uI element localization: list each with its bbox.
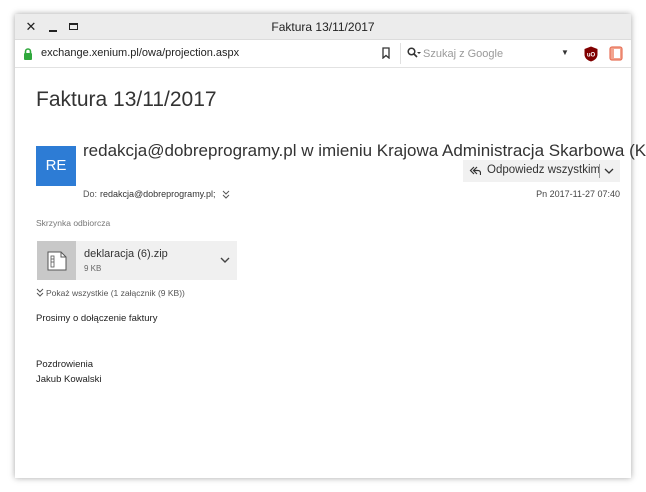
folder-name: Skrzynka odbiorcza <box>36 218 111 228</box>
email-reading-pane: Faktura 13/11/2017 RE redakcja@dobreprog… <box>15 68 646 478</box>
extension-icon[interactable] <box>609 46 623 61</box>
browser-window: ✕ Faktura 13/11/2017 exchange.xenium.pl/… <box>15 14 646 478</box>
reply-all-icon <box>469 166 481 175</box>
received-date: Pn 2017-11-27 07:40 <box>536 189 620 199</box>
to-label: Do: <box>83 189 98 199</box>
search-engine-dropdown-icon[interactable]: ▼ <box>561 48 569 57</box>
divider <box>599 164 600 178</box>
double-chevron-down-icon <box>36 288 44 297</box>
lock-icon <box>24 48 32 60</box>
attachment-size: 9 KB <box>84 264 102 273</box>
expand-recipients-icon[interactable] <box>222 190 230 199</box>
zip-file-icon <box>47 251 67 271</box>
ublock-icon[interactable]: uO <box>584 46 598 62</box>
email-subject: Faktura 13/11/2017 <box>36 88 217 111</box>
show-all-attachments-link[interactable]: Pokaż wszystkie (1 załącznik (9 KB)) <box>36 288 185 298</box>
body-line: Prosimy o dołączenie faktury <box>36 313 158 324</box>
navigation-bar: exchange.xenium.pl/owa/projection.aspx ▼… <box>15 40 631 68</box>
search-input[interactable] <box>423 45 553 62</box>
bookmark-icon[interactable] <box>381 47 391 59</box>
window-title: Faktura 13/11/2017 <box>271 20 375 34</box>
show-all-label: Pokaż wszystkie (1 załącznik (9 KB)) <box>46 288 185 298</box>
body-line: Pozdrowienia <box>36 359 94 370</box>
search-box[interactable] <box>400 43 574 64</box>
attachment-name: deklaracja (6).zip <box>84 248 168 260</box>
url-bar[interactable]: exchange.xenium.pl/owa/projection.aspx <box>41 47 239 59</box>
svg-text:uO: uO <box>587 53 596 59</box>
reply-all-label: Odpowiedz wszystkim <box>487 164 601 176</box>
chevron-down-icon[interactable] <box>603 165 615 177</box>
chevron-down-icon[interactable] <box>219 254 231 266</box>
search-icon <box>407 47 421 58</box>
sender-name[interactable]: redakcja@dobreprogramy.pl w imieniu Kraj… <box>83 141 646 161</box>
body-line: Jakub Kowalski <box>36 374 102 385</box>
title-bar: ✕ Faktura 13/11/2017 <box>15 14 631 40</box>
recipient[interactable]: redakcja@dobreprogramy.pl; <box>100 189 216 199</box>
attachment-card[interactable]: deklaracja (6).zip 9 KB <box>37 241 237 280</box>
sender-avatar[interactable]: RE <box>36 146 76 186</box>
reply-all-button[interactable]: Odpowiedz wszystkim <box>463 160 620 182</box>
attachment-thumbnail <box>37 241 76 280</box>
